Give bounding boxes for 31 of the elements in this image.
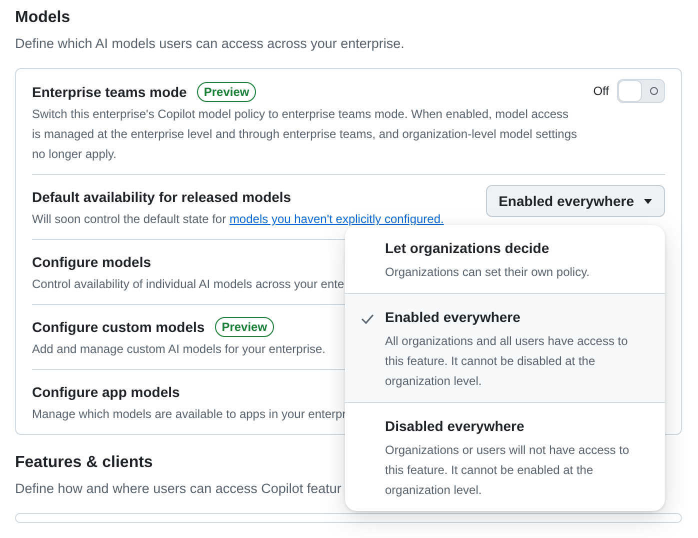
setting-description: Will soon control the default state for models you haven't explicitly configured. bbox=[32, 211, 444, 228]
setting-title: Configure models bbox=[32, 254, 152, 270]
option-title: Enabled everywhere bbox=[385, 308, 522, 327]
menu-option[interactable]: Let organizations decide Organizations can set their own policy. bbox=[345, 225, 665, 293]
section-title: Models bbox=[15, 8, 70, 28]
menu-option[interactable]: Enabled everywhere All organizations and all users have access to this feature. It cannot be disabled at the organization level. bbox=[345, 293, 665, 402]
availability-dropdown[interactable]: Enabled everywhere bbox=[486, 185, 665, 217]
configured-models-link[interactable]: models you haven't explicitly configured. bbox=[229, 212, 444, 226]
check-icon bbox=[361, 314, 374, 324]
toggle-state-label: Off bbox=[593, 84, 609, 98]
option-description: All organizations and all users have access to this feature. It cannot be disabled at the organization level. bbox=[385, 333, 629, 390]
preview-badge: Preview bbox=[196, 82, 256, 102]
option-title: Disabled everywhere bbox=[385, 417, 526, 436]
section-title: Features & clients bbox=[15, 453, 153, 473]
section-description: Define how and where users can access Copilot featur bbox=[15, 480, 342, 498]
setting-title: Enterprise teams mode bbox=[32, 84, 187, 100]
setting-description: Add and manage custom AI models for your enterprise. bbox=[32, 341, 326, 358]
caret-icon bbox=[644, 198, 652, 204]
setting-title: Configure custom models bbox=[32, 319, 205, 335]
setting-description: Control availability of individual AI models across your ente bbox=[32, 276, 344, 293]
toggle-switch[interactable] bbox=[617, 79, 665, 103]
setting-title: Default availability for released models bbox=[32, 189, 292, 205]
setting-title: Configure app models bbox=[32, 384, 180, 400]
menu-option[interactable]: Disabled everywhere Organizations or users will not have access to this feature. It cannot be enabled at the organization level. bbox=[345, 402, 665, 511]
option-description: Organizations or users will not have access to this feature. It cannot be enabled at the organization level. bbox=[385, 442, 630, 499]
setting-description: Switch this enterprise's Copilot model policy to enterprise teams mode. When enabled, model access is managed at the enterprise level and through enterprise teams, and organization-level model settings no longer apply. bbox=[32, 106, 577, 163]
option-title: Let organizations decide bbox=[385, 239, 550, 258]
section-description: Define which AI models users can access across your enterprise. bbox=[15, 35, 404, 53]
preview-badge: Preview bbox=[214, 317, 274, 337]
option-description: Organizations can set their own policy. bbox=[385, 264, 590, 281]
setting-description: Manage which models are available to apps in your enterpr bbox=[32, 406, 346, 423]
